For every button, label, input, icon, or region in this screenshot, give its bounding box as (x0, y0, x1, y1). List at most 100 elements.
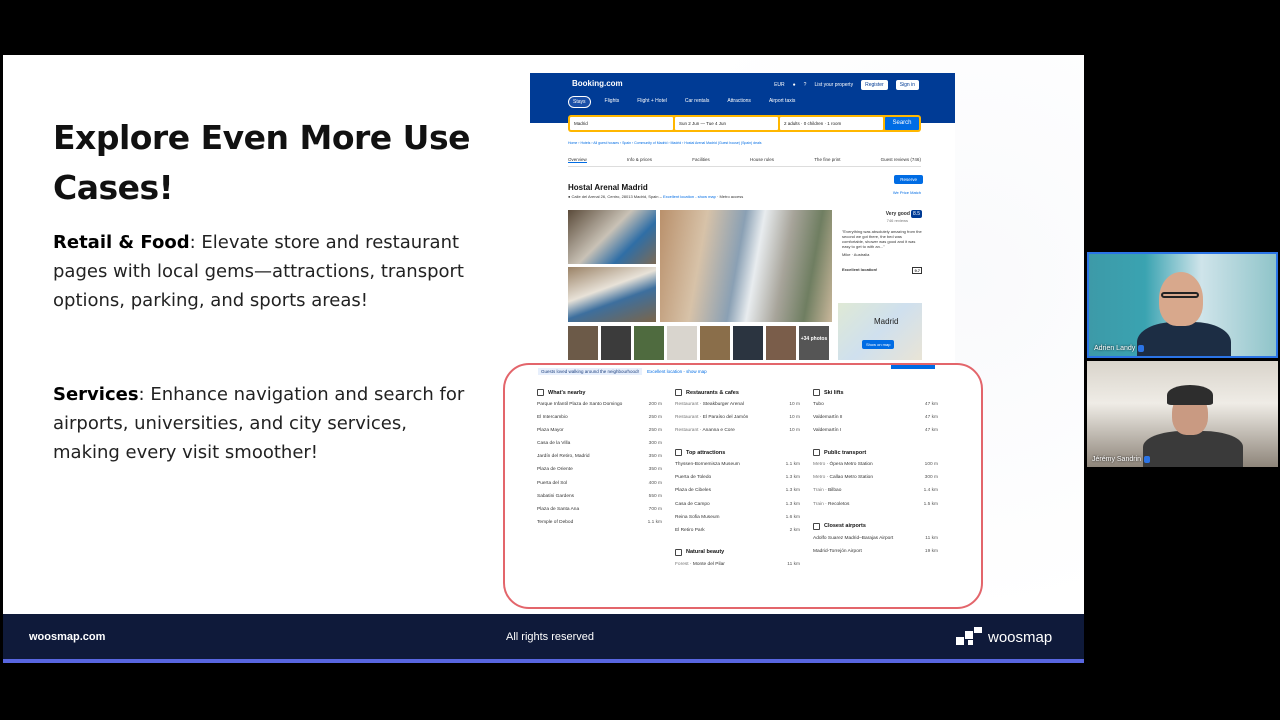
place-label: Plaza de Cibeles (675, 488, 711, 494)
list-item: Plaza de Cibeles 1.3 km (675, 488, 800, 501)
place-name: El Intercambio (537, 415, 568, 428)
place-label: Recoletos (828, 501, 850, 507)
list-item: Casa de Campo 1.3 km (675, 502, 800, 515)
place-name: Train · Recoletos (813, 501, 850, 507)
place-name: Casa de la Villa (537, 441, 570, 454)
section-title: Natural beauty (686, 549, 725, 556)
booking-header-actions: EUR ● ? List your property Register Sign… (774, 80, 919, 90)
walk-icon (537, 389, 544, 396)
place-name: Tubo (813, 402, 824, 415)
list-item: Parque Infantil Plaza de Santo Domingo 20… (537, 402, 662, 415)
place-distance: 400 m (648, 480, 662, 486)
footer-accent-bar (3, 659, 1084, 663)
place-label: Valdemartín II (813, 415, 843, 421)
hotel-photo-2 (568, 267, 656, 322)
video-tile-adrien[interactable]: Adrien Landy (1087, 252, 1278, 358)
surroundings-section: Closest airports Adolfo Suarez Madrid–Bar… (813, 522, 938, 562)
participant-name: Adrien Landy (1094, 345, 1136, 352)
place-label: Callao Metro Station (829, 475, 873, 481)
price-match-link: We Price Match (892, 190, 921, 195)
review-score-box: Very good 8.5 746 reviews "Everything wa… (842, 210, 922, 274)
address-text: Calle del Arenal 26, Centro, 28013 Madri… (571, 194, 662, 199)
participant-name: Jérémy Sandrin (1092, 456, 1142, 463)
nav-attractions: Attractions (727, 98, 751, 104)
nav-flights: Flights (604, 98, 620, 104)
woosmap-wordmark: woosmap (988, 628, 1053, 646)
thumb-photo (634, 326, 664, 360)
participant-name-tag: Adrien Landy (1094, 345, 1145, 352)
place-distance: 11 km (787, 561, 800, 567)
list-property-link: List your property (814, 82, 854, 88)
list-item: Puerta de Toledo 1.3 km (675, 475, 800, 488)
hotel-photo-main (660, 210, 832, 322)
surroundings-section: Ski lifts Tubo 47 km Valdemartín II 47 km Val… (813, 389, 938, 441)
cap (1167, 385, 1213, 405)
place-label: Thyssen-Bornemisza Museum (675, 462, 740, 468)
section-heading: Ski lifts (813, 389, 938, 396)
place-distance: 1.3 km (785, 475, 800, 481)
place-label: Plaza Mayor (537, 428, 564, 434)
place-name: Metro · Callao Metro Station (813, 475, 873, 481)
place-distance: 700 m (648, 506, 662, 512)
location-score: 9.7 (912, 267, 922, 274)
ski-lift-icon (813, 389, 820, 396)
register-button: Register (861, 80, 888, 90)
score-badge: 8.5 (911, 210, 922, 218)
list-item: Valdemartín II 47 km (813, 415, 938, 428)
dates-field: Sun 2 Jun — Tue 4 Jun (675, 117, 778, 130)
section-title: Top attractions (686, 449, 726, 456)
address-tail: · Metro access (717, 194, 744, 199)
reviewer-country: Australia (853, 252, 870, 257)
hotel-photo-1 (568, 210, 656, 264)
guests-field: 2 adults · 0 children · 1 room (780, 117, 883, 130)
place-name: Plaza de Oriente (537, 467, 573, 480)
place-type: Forest (675, 561, 689, 567)
place-name: El Retiro Park (675, 528, 705, 541)
section-heading: Natural beauty (675, 548, 800, 556)
place-label: Ópera Metro Station (829, 462, 873, 468)
list-item: Metro · Ópera Metro Station 100 m (813, 462, 938, 475)
list-item: Casa de la Villa 300 m (537, 441, 662, 454)
cutlery-icon (675, 389, 682, 396)
place-type: Train (813, 501, 824, 507)
booking-logo: Booking.com (572, 79, 623, 88)
list-item: Forest · Monte del Pilar 11 km (675, 562, 800, 575)
list-item: Train · Recoletos 1.5 km (813, 502, 938, 515)
currency-selector: EUR (774, 82, 785, 88)
slide-heading: Explore Even More Use Cases! (53, 118, 470, 207)
place-name: Plaza Mayor (537, 428, 564, 441)
place-label: Puerta de Toledo (675, 475, 712, 481)
place-label: Adolfo Suarez Madrid–Barajas Airport (813, 535, 894, 541)
place-name: Train · Bilbao (813, 488, 842, 494)
place-name: Reina Sofia Museum (675, 515, 720, 528)
thumb-photo (733, 326, 763, 360)
place-label: Parque Infantil Plaza de Santo Domingo (537, 402, 623, 407)
plane-icon (813, 522, 820, 530)
place-distance: 1.6 km (785, 514, 800, 520)
list-item: Tubo 47 km (813, 402, 938, 415)
place-distance: 1.1 km (785, 462, 800, 468)
flag-icon: ● (792, 82, 796, 88)
video-tile-jeremy[interactable]: Jérémy Sandrin (1087, 361, 1278, 467)
services-paragraph: Services: Enhance navigation and search … (53, 380, 473, 467)
place-name: Sabatini Gardens (537, 494, 574, 507)
surroundings-section: What's nearby Parque Infantil Plaza de Sa… (537, 389, 662, 533)
thumb-photo (568, 326, 598, 360)
place-name: Casa de Campo (675, 502, 710, 515)
list-item: Metro · Callao Metro Station 300 m (813, 475, 938, 488)
list-item: Restaurant · Steakburger Arenal 10 m (675, 402, 800, 415)
surroundings-column-2: Restaurants & cafes Restaurant · Steakbur… (675, 389, 800, 583)
booking-search-bar: Madrid Sun 2 Jun — Tue 4 Jun 2 adults · … (568, 115, 921, 132)
place-label: El Intercambio (537, 415, 568, 421)
hotel-name: Hostal Arenal Madrid (568, 183, 648, 192)
place-name: Metro · Ópera Metro Station (813, 462, 873, 468)
neighbourhood-tag: Guests loved walking around the neighbou… (538, 368, 642, 375)
map-label: Madrid (874, 317, 899, 326)
woosmap-logo-icon (956, 627, 982, 647)
place-label: El Retiro Park (675, 527, 705, 533)
list-item: Reina Sofia Museum 1.6 km (675, 515, 800, 528)
place-name: Forest · Monte del Pilar (675, 561, 725, 567)
place-label: Ananna e Core (702, 428, 735, 434)
list-item: Jardín del Retiro, Madrid 350 m (537, 454, 662, 467)
footer-site: woosmap.com (29, 631, 106, 643)
